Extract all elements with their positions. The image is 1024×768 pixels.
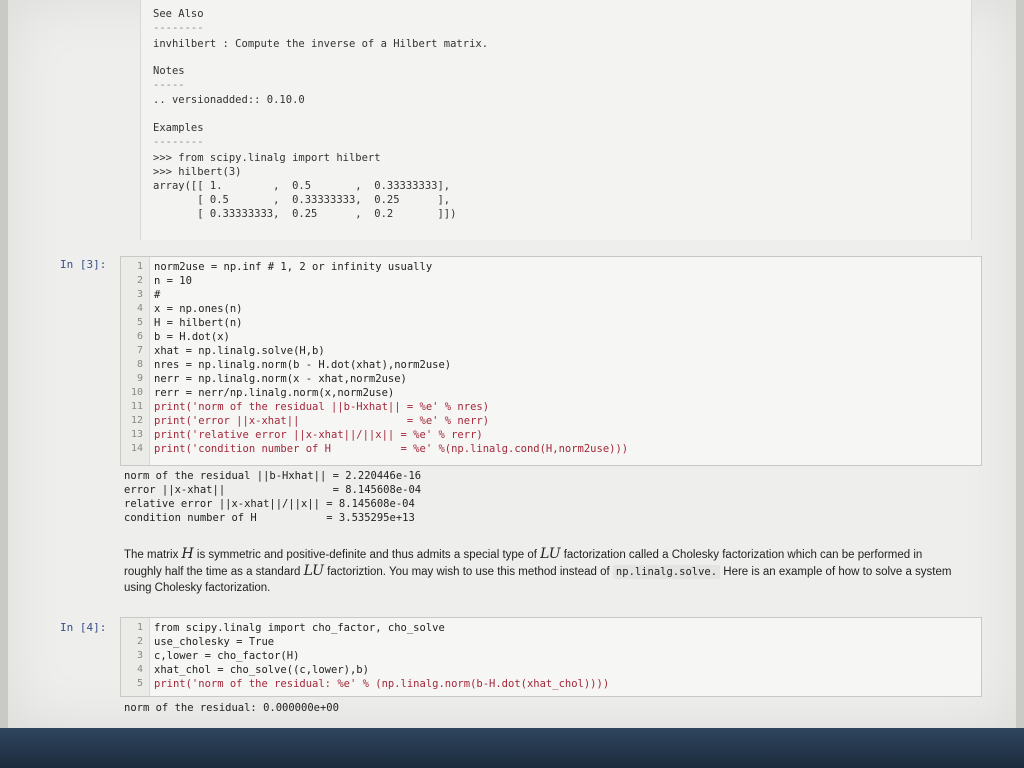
output-line: relative error ||x-xhat||/||x|| = 8.1456…: [124, 498, 415, 510]
code-line: print('norm of the residual: %e' % (np.l…: [154, 678, 610, 690]
cell-prompt: In [4]:: [60, 621, 107, 634]
line-number: 10: [130, 387, 143, 398]
markdown-text: factoriztion. You may wish to use this m…: [323, 566, 613, 578]
code-line: x = np.ones(n): [154, 303, 243, 315]
docstring-line: [ 0.33333333, 0.25 , 0.2 ]]): [153, 208, 457, 220]
code-line: from scipy.linalg import cho_factor, cho…: [154, 622, 445, 634]
code-line: xhat = np.linalg.solve(H,b): [154, 345, 325, 357]
line-number: 3: [136, 650, 143, 661]
docstring-line: See Also: [153, 8, 204, 20]
output-line: error ||x-xhat|| = 8.145608e-04: [124, 484, 422, 496]
line-number: 1: [136, 261, 143, 272]
code-line: rerr = nerr/np.linalg.norm(x,norm2use): [154, 387, 395, 399]
docstring-line: [ 0.5 , 0.33333333, 0.25 ],: [153, 194, 451, 206]
line-number: 3: [136, 289, 143, 300]
code-line: nerr = np.linalg.norm(x - xhat,norm2use): [154, 373, 407, 385]
code-cell-4[interactable]: 1 from scipy.linalg import cho_factor, ch…: [120, 617, 982, 697]
docstring-line: >>> hilbert(3): [153, 166, 242, 178]
line-number: 8: [136, 359, 143, 370]
code-line: #: [154, 289, 161, 301]
line-number: 11: [130, 401, 143, 412]
line-number: 4: [136, 664, 143, 675]
docstring-line: invhilbert : Compute the inverse of a Hi…: [153, 38, 489, 50]
line-number: 12: [130, 415, 143, 426]
markdown-text: The matrix: [124, 549, 182, 561]
docstring-line: .. versionadded:: 0.10.0: [153, 94, 305, 106]
docstring-line: >>> from scipy.linalg import hilbert: [153, 152, 381, 164]
markdown-text: is symmetric and positive-definite and t…: [193, 549, 541, 561]
line-number: 9: [136, 373, 143, 384]
inline-code: np.linalg.solve.: [612, 565, 721, 579]
code-line: print('condition number of H = %e' %(np.…: [154, 443, 629, 455]
docstring-line: -----: [153, 79, 185, 91]
docstring-output: See Also -------- invhilbert : Compute t…: [140, 0, 972, 240]
code-line: print('error ||x-xhat|| = %e' % nerr): [154, 415, 490, 427]
line-number: 1: [136, 622, 143, 633]
notebook-page: See Also -------- invhilbert : Compute t…: [8, 0, 1016, 728]
math-var: LU: [540, 546, 561, 562]
line-number: 7: [136, 345, 143, 356]
docstring-line: Examples: [153, 122, 204, 134]
code-line: print('relative error ||x-xhat||/||x|| =…: [154, 429, 483, 441]
docstring-line: array([[ 1. , 0.5 , 0.33333333],: [153, 180, 451, 192]
line-number: 13: [130, 429, 143, 440]
line-number: 2: [136, 275, 143, 286]
line-number: 6: [136, 331, 143, 342]
docstring-line: Notes: [153, 65, 185, 77]
code-line: print('norm of the residual ||b-Hxhat|| …: [154, 401, 490, 413]
cell-prompt: In [3]:: [60, 258, 107, 271]
code-line: xhat_chol = cho_solve((c,lower),b): [154, 664, 369, 676]
code-line: H = hilbert(n): [154, 317, 243, 329]
code-line: n = 10: [154, 275, 192, 287]
output-line: norm of the residual: 0.000000e+00: [124, 702, 339, 714]
docstring-line: --------: [153, 136, 204, 148]
line-number: 14: [130, 443, 143, 454]
code-line: nres = np.linalg.norm(b - H.dot(xhat),no…: [154, 359, 452, 371]
taskbar: [0, 728, 1024, 768]
code-line: use_cholesky = True: [154, 636, 275, 648]
code-line: c,lower = cho_factor(H): [154, 650, 300, 662]
output-line: norm of the residual ||b-Hxhat|| = 2.220…: [124, 470, 422, 482]
math-var: LU: [303, 563, 324, 579]
line-number: 2: [136, 636, 143, 647]
line-number: 4: [136, 303, 143, 314]
docstring-line: --------: [153, 22, 204, 34]
output-line: condition number of H = 3.535295e+13: [124, 512, 415, 524]
code-cell-3[interactable]: 1 norm2use = np.inf # 1, 2 or infinity us…: [120, 256, 982, 466]
markdown-cell: The matrix H is symmetric and positive-d…: [124, 546, 954, 596]
code-line: norm2use = np.inf # 1, 2 or infinity usu…: [154, 261, 433, 273]
code-line: b = H.dot(x): [154, 331, 230, 343]
math-var: H: [181, 546, 194, 562]
line-number: 5: [136, 678, 143, 689]
line-number: 5: [136, 317, 143, 328]
